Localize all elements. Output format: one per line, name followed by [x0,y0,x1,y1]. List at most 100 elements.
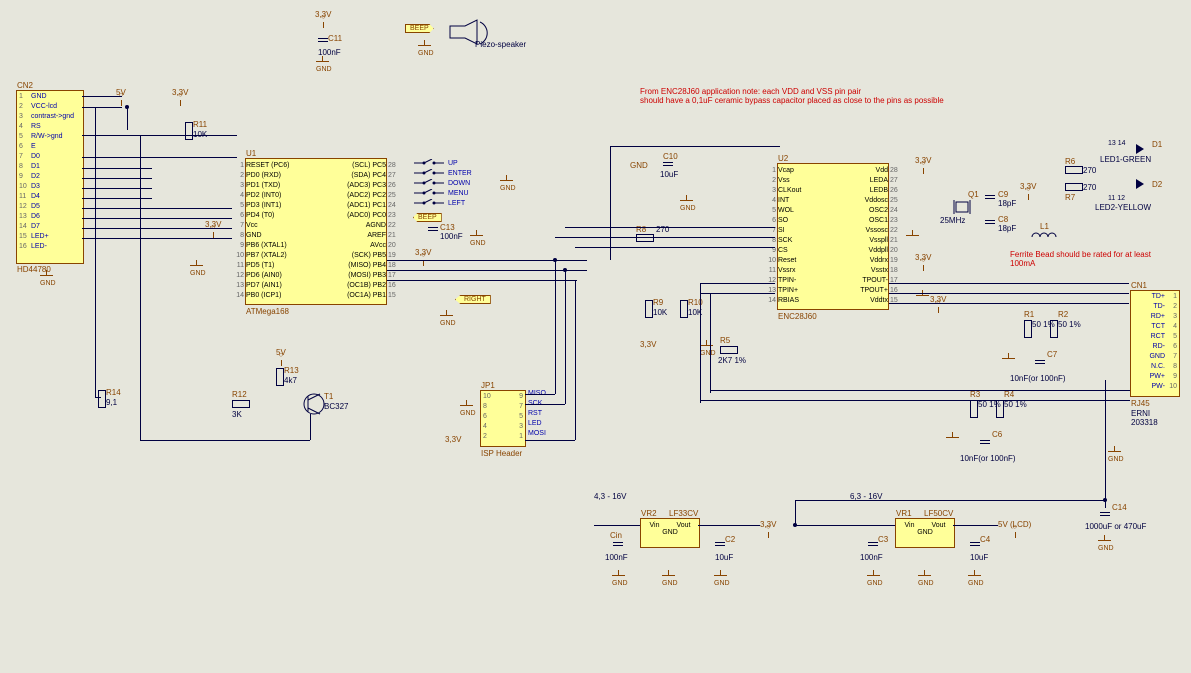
vr1: VR1 LF50CV VinVout GND [895,518,955,548]
power-3v3: 3,3V [315,10,331,19]
d2-name: LED2-YELLOW [1095,203,1151,212]
c7-val: 10nF(or 100nF) [1010,374,1066,383]
c7 [1035,358,1045,366]
r5-val: 2K7 1% [718,356,746,365]
c14-des: C14 [1112,503,1127,512]
cn1-partnum: ERNI 203318 [1131,409,1179,427]
cin [613,540,623,548]
c14 [1100,510,1110,518]
c14-val: 1000uF or 470uF [1085,522,1146,531]
c10-des: C10 [663,152,678,161]
vr1-des: VR1 [896,509,912,518]
q1-val: 25MHz [940,216,965,225]
u2-part: ENC28J60 [778,312,817,321]
gnd-icon [1002,353,1016,367]
c8-val: 18pF [998,224,1016,233]
r4-val: 50 1% [1004,400,1027,409]
r3-des: R3 [970,390,980,399]
t1-val: BC327 [324,402,348,411]
u2-des: U2 [778,154,788,163]
gnd-icon: GND [190,260,204,274]
c4-val: 10uF [970,553,988,562]
c13-val: 100nF [440,232,463,241]
ic-u1: U1 1RESET (PC6)(SCL) PC5282PD0 (RXD)(SDA… [245,158,387,305]
t1-des: T1 [324,392,333,401]
r7-des: R7 [1065,193,1075,202]
r12 [232,400,250,408]
c3-val: 100nF [860,553,883,562]
gnd-icon: GND [1108,446,1122,460]
r14-des: R14 [106,388,121,397]
q1-des: Q1 [968,190,979,199]
r7-val: 270 [1083,183,1096,192]
r8 [636,234,654,242]
beep-flag: BEEP [405,24,434,33]
d1-name: LED1-GREEN [1100,155,1151,164]
gnd-icon [946,432,960,446]
c10 [663,160,673,168]
c4 [970,540,980,548]
gnd-icon: GND [500,175,514,189]
d2-pins: 11 12 [1108,195,1125,202]
r9-des: R9 [653,298,663,307]
vr1-part: LF50CV [924,509,953,518]
cn1-part: RJ45 [1131,399,1150,408]
c3 [868,540,878,548]
isp-3v3: 3,3V [445,435,461,444]
r2-des: R2 [1058,310,1068,319]
r14 [98,390,106,408]
c9-val: 18pF [998,199,1016,208]
power-5v-lcd: 5V (LCD) [998,520,1031,529]
c11 [318,36,328,44]
c7-des: C7 [1047,350,1057,359]
c9-des: C9 [998,190,1008,199]
gnd-icon: GND [700,340,714,354]
c6 [980,438,990,446]
r12-des: R12 [232,390,247,399]
c2 [715,540,725,548]
right-flag: RIGHT [455,295,491,304]
r4-des: R4 [1004,390,1014,399]
button-bank: UPENTERDOWNMENULEFT [414,158,472,208]
c10-gnd: GND [630,161,648,170]
beep-flag-u1: BEEP [413,213,442,222]
gnd-icon: GND [40,270,54,284]
l1-des: L1 [1040,222,1049,231]
cn2-designator: CN2 [17,81,33,90]
r6-des: R6 [1065,157,1075,166]
d1-des: D1 [1152,140,1162,149]
power-3v3: 3,3V [415,248,431,257]
c3-des: C3 [878,535,888,544]
schematic-canvas: { "cn2": { "designator": "CN2", "part": … [0,0,1191,673]
c6-des: C6 [992,430,1002,439]
power-3v3: 3,3V [915,253,931,262]
gnd-icon: GND [1098,535,1112,549]
gnd-icon: GND [918,570,932,584]
c2-des: C2 [725,535,735,544]
r7 [1065,183,1083,191]
u1-part: ATMega168 [246,307,289,316]
r9 [645,300,653,318]
connector-cn1: CN1 TD+1TD-2RD+3TCT4RCT5RD-6GND7N.C.8PW+… [1130,290,1180,397]
r10 [680,300,688,318]
connector-cn2: CN2 1GND2VCC-lcd3contrast->gnd4RS5R/W->g… [16,90,84,264]
ferrite-note: Ferrite Bead should be rated for at leas… [1010,250,1160,268]
r13-des: R13 [284,366,299,375]
cn1-des: CN1 [1131,281,1147,290]
r11 [185,122,193,140]
ferrite-icon [1030,232,1058,242]
gnd-icon: GND [440,310,454,324]
vr2-part: LF33CV [669,509,698,518]
jp1-isp: JP1 10987654321 ISP Header [480,390,526,447]
led-d1 [1136,144,1144,154]
power-3v3: 3,3V [760,520,776,529]
r13 [276,368,284,386]
power-3v3: 3,3V [915,156,931,165]
d1-pins: 13 14 [1108,140,1126,147]
power-3v3: 3,3V [172,88,188,97]
vr2: VR2 LF33CV VinVout GND [640,518,700,548]
jp1-part: ISP Header [481,449,522,458]
r6 [1065,166,1083,174]
r12-val: 3K [232,410,242,419]
power-5v: 5V [276,348,286,357]
